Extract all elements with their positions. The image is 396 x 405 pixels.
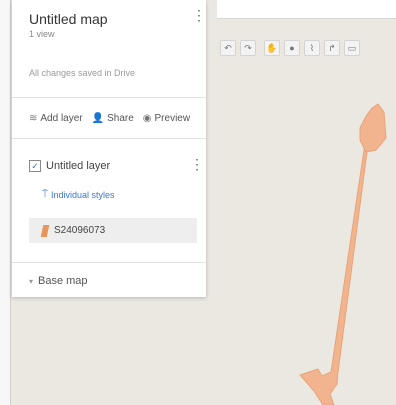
marker-icon[interactable]: ● xyxy=(284,40,300,56)
undo-icon[interactable]: ↶ xyxy=(220,40,236,56)
add-layer-icon: ≋ xyxy=(29,113,38,124)
add-layer-label: Add layer xyxy=(40,113,83,124)
preview-button[interactable]: ◉ Preview xyxy=(143,113,190,124)
layers-panel: Untitled map 1 view ⋮ All changes saved … xyxy=(12,0,206,297)
search-bar[interactable] xyxy=(217,0,396,19)
preview-icon: ◉ xyxy=(142,113,152,124)
line-style-swatch-icon[interactable] xyxy=(40,224,50,237)
map-options-icon[interactable]: ⋮ xyxy=(192,8,206,22)
feature-label: S24096073 xyxy=(54,225,106,236)
route-line[interactable] xyxy=(299,149,368,405)
panel-actions: ≋ Add layer 👤 Share ◉ Preview xyxy=(29,113,190,124)
map-title[interactable]: Untitled map xyxy=(29,11,108,27)
map-toolbar: ↶ ↷ ✋ ● ⌇ ↱ ▭ xyxy=(220,40,360,56)
layer-name[interactable]: Untitled layer xyxy=(46,160,110,172)
divider xyxy=(12,262,206,263)
share-button[interactable]: 👤 Share xyxy=(92,113,134,124)
base-map-label: Base map xyxy=(38,275,88,287)
feature-item[interactable]: S24096073 xyxy=(29,218,197,243)
redo-icon[interactable]: ↷ xyxy=(240,40,256,56)
layer-options-icon[interactable]: ⋮ xyxy=(190,157,204,171)
divider xyxy=(12,97,206,98)
map-view-count: 1 view xyxy=(29,29,55,39)
save-status: All changes saved in Drive xyxy=(29,68,136,78)
individual-styles-link[interactable]: ⍑ Individual styles xyxy=(42,189,115,200)
share-person-icon: 👤 xyxy=(91,113,105,124)
base-map-toggle[interactable]: ▾ Base map xyxy=(29,275,88,287)
layer-header: ✓ Untitled layer xyxy=(29,160,110,172)
ruler-icon[interactable]: ▭ xyxy=(344,40,360,56)
paint-roller-icon: ⍑ xyxy=(42,189,48,200)
preview-label: Preview xyxy=(154,113,191,124)
add-layer-button[interactable]: ≋ Add layer xyxy=(29,113,83,124)
hand-icon[interactable]: ✋ xyxy=(264,40,280,56)
directions-icon[interactable]: ↱ xyxy=(324,40,340,56)
share-label: Share xyxy=(107,113,134,124)
chevron-down-icon: ▾ xyxy=(29,276,34,286)
draw-line-icon[interactable]: ⌇ xyxy=(304,40,320,56)
layer-visibility-checkbox[interactable]: ✓ xyxy=(29,160,41,172)
route-polygon[interactable] xyxy=(359,103,387,153)
divider xyxy=(12,138,206,139)
styles-link-label: Individual styles xyxy=(51,189,115,200)
left-window-edge xyxy=(0,0,11,405)
